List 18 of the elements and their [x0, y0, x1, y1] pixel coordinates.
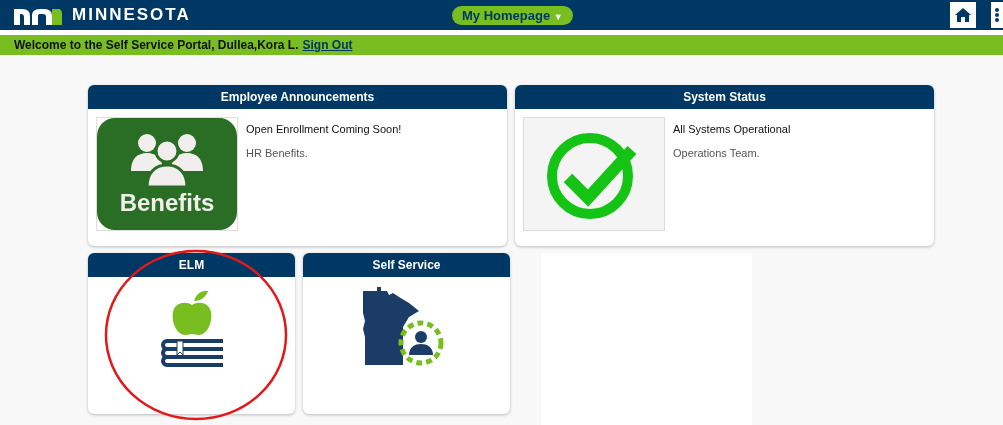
announcement-tile[interactable]: System Status All Systems Operational Operations Team.	[515, 85, 934, 246]
welcome-message: Welcome to the Self Service Portal, Dullea,Kora L.	[14, 38, 299, 52]
tile-title: Employee Announcements	[88, 85, 507, 109]
announcement-headline: Open Enrollment Coming Soon!	[246, 123, 402, 135]
announcement-source: HR Benefits.	[246, 147, 309, 159]
menu-icon[interactable]	[991, 2, 1003, 28]
benefits-label: Benefits	[119, 189, 215, 217]
homepage-dropdown[interactable]: My Homepage ▼	[452, 5, 573, 25]
navigation-tile[interactable]: Self Service	[303, 253, 510, 414]
home-icon[interactable]	[950, 2, 976, 28]
sign-out-link[interactable]: Sign Out	[302, 38, 353, 52]
announcement-headline: All Systems Operational	[673, 123, 791, 135]
tile-title: Self Service	[303, 253, 510, 277]
announcement-source: Operations Team.	[673, 147, 761, 159]
brand-name: MINNESOTA	[72, 5, 191, 25]
tile-title: ELM	[88, 253, 295, 277]
announcement-tile[interactable]: Employee Announcements Benefits Open Enrollment Coming Soon! HR Benefits.	[88, 85, 507, 246]
tile-title: System Status	[515, 85, 934, 109]
